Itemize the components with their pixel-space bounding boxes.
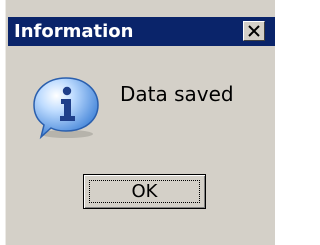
close-icon: [248, 25, 260, 37]
ok-button-label: OK: [131, 181, 158, 202]
title-bar[interactable]: Information: [8, 17, 275, 46]
close-button[interactable]: [243, 21, 265, 41]
message-text: Data saved: [120, 82, 234, 106]
information-dialog: Information Data saved OK: [0, 0, 275, 245]
window-title: Information: [14, 21, 134, 42]
ok-button[interactable]: OK: [83, 174, 206, 209]
left-border-shadow: [5, 0, 6, 245]
information-icon: [33, 77, 99, 140]
